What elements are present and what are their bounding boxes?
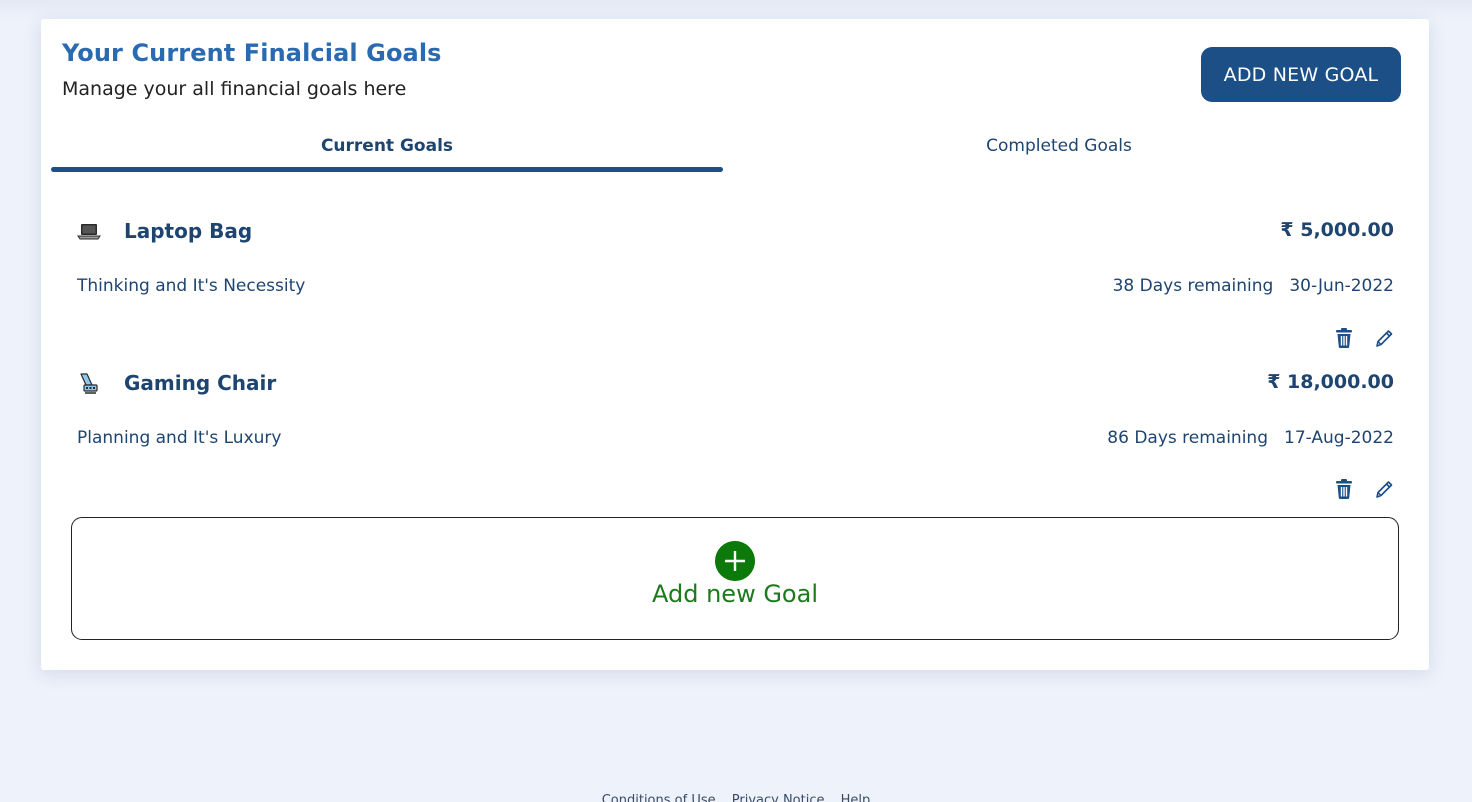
goal-meta: 38 Days remaining 30-Jun-2022 <box>1113 276 1394 296</box>
goal-actions <box>1334 478 1394 502</box>
edit-pencil-icon[interactable] <box>1374 327 1394 349</box>
goal-tabs: Current Goals Completed Goals <box>51 127 1395 175</box>
tab-completed-goals[interactable]: Completed Goals <box>723 127 1395 167</box>
goals-card: Your Current Finalcial Goals Manage your… <box>41 19 1429 670</box>
goal-name: Gaming Chair <box>124 371 277 395</box>
goal-meta: 86 Days remaining 17-Aug-2022 <box>1107 428 1394 448</box>
goal-actions <box>1334 327 1394 351</box>
footer-link-help[interactable]: Help <box>841 793 871 802</box>
goal-name: Laptop Bag <box>124 219 253 243</box>
footer: Conditions of Use Privacy Notice Help <box>0 793 1472 802</box>
footer-link-privacy[interactable]: Privacy Notice <box>732 793 825 802</box>
footer-link-conditions[interactable]: Conditions of Use <box>602 793 716 802</box>
goal-days-remaining: 86 Days remaining <box>1107 428 1268 448</box>
goal-days-remaining: 38 Days remaining <box>1112 276 1274 296</box>
goal-target-date: 30-Jun-2022 <box>1289 276 1394 296</box>
delete-icon[interactable] <box>1334 327 1354 349</box>
goal-amount: ₹ 18,000.00 <box>1267 371 1394 393</box>
add-new-goal-panel[interactable]: Add new Goal <box>71 517 1399 640</box>
goal-description: Thinking and It's Necessity <box>77 276 306 296</box>
chair-icon <box>80 373 98 394</box>
add-new-goal-label[interactable]: Add new Goal <box>72 580 1398 608</box>
goal-item: Gaming Chair ₹ 18,000.00 Planning and It… <box>76 371 1394 521</box>
edit-pencil-icon[interactable] <box>1374 478 1394 500</box>
active-tab-indicator <box>51 167 723 172</box>
plus-circle-icon[interactable] <box>715 541 755 581</box>
tab-current-goals[interactable]: Current Goals <box>51 127 723 167</box>
goal-description: Planning and It's Luxury <box>77 428 282 448</box>
page-subtitle: Manage your all financial goals here <box>62 78 407 100</box>
delete-icon[interactable] <box>1334 478 1354 500</box>
page-title: Your Current Finalcial Goals <box>62 39 442 67</box>
goal-target-date: 17-Aug-2022 <box>1284 428 1394 448</box>
add-new-goal-button[interactable]: ADD NEW GOAL <box>1201 47 1401 102</box>
goal-item: Laptop Bag ₹ 5,000.00 Thinking and It's … <box>76 219 1394 369</box>
goal-amount: ₹ 5,000.00 <box>1280 219 1394 241</box>
laptop-icon <box>77 224 101 240</box>
